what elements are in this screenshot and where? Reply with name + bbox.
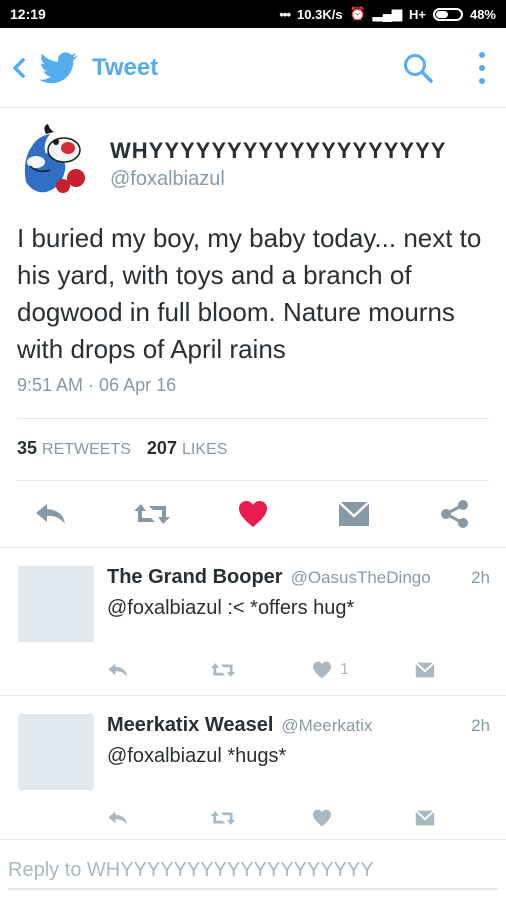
search-icon [404,54,433,83]
reply-timestamp: 2h [471,716,490,735]
like-button[interactable]: 1 [312,656,349,684]
reply-tweet[interactable]: Meerkatix Weasel @Meerkatix 2h @foxalbia… [0,696,506,840]
share-button[interactable] [435,496,475,532]
author-handle[interactable]: @foxalbiazul [110,168,225,191]
reply-author-handle[interactable]: @OasusTheDingo [291,568,431,588]
divider [17,418,489,419]
app-bar: Tweet [0,28,506,108]
like-button[interactable] [312,804,332,832]
like-count: 1 [340,661,349,678]
share-icon [441,500,468,528]
reply-icon [36,504,65,524]
retweet-button[interactable] [210,804,236,832]
network-type: H+ [408,6,426,22]
retweets-count: 35 [17,438,38,458]
tweet-actions [0,496,506,532]
search-button[interactable] [402,52,434,89]
reply-author-name[interactable]: The Grand Booper [107,566,283,589]
envelope-icon [415,662,435,678]
reply-header: Meerkatix Weasel @Meerkatix 2h [107,714,490,737]
status-indicators: ••• 10.3K/s ⏰ ▂▄▆ H+ 48% [279,6,496,22]
tweet-detail: WHYYYYYYYYYYYYYYYYYYY @foxalbiazul I bur… [0,108,506,548]
more-dot [479,52,485,58]
reply-button[interactable] [31,496,71,532]
reply-actions: 1 [0,656,506,684]
like-button[interactable] [233,496,273,532]
avatar[interactable] [18,714,94,790]
avatar[interactable] [18,566,94,642]
reply-icon [108,663,128,677]
reply-author-handle[interactable]: @Meerkatix [281,716,372,736]
twitter-bird-icon [39,52,78,89]
back-icon [13,58,25,78]
retweets-label: RETWEETS [42,441,131,458]
heart-icon [313,661,331,679]
reply-text: @foxalbiazul *hugs* [107,745,287,767]
reply-timestamp: 2h [471,568,490,587]
reply-button[interactable] [107,804,129,832]
tweet-timestamp: 9:51 AM · 06 Apr 16 [17,375,177,395]
notification-dots-icon: ••• [279,6,291,22]
envelope-icon [338,501,370,526]
battery-level: 48% [469,6,496,22]
divider [17,480,489,481]
reply-icon [108,811,128,825]
retweet-button[interactable] [210,656,236,684]
reply-composer [0,840,506,900]
likes-count: 207 [146,438,177,458]
envelope-icon [415,810,435,826]
reply-button[interactable] [107,656,129,684]
retweets-stat[interactable]: 35 RETWEETS [17,438,131,459]
tweet-stats: 35 RETWEETS 207 LIKES [17,438,227,459]
direct-message-button[interactable] [334,496,374,532]
heart-icon [239,501,267,527]
avatar[interactable] [16,122,92,198]
likes-label: LIKES [181,441,228,458]
direct-message-button[interactable] [415,656,435,684]
alarm-icon: ⏰ [349,6,366,21]
network-speed: 10.3K/s [297,6,343,22]
reply-actions [0,804,506,832]
author-name[interactable]: WHYYYYYYYYYYYYYYYYYYY [110,138,446,164]
reply-text: @foxalbiazul :< *offers hug* [107,597,355,619]
tweet-text: I buried my boy, my baby today... next t… [17,223,482,364]
retweet-button[interactable] [132,496,172,532]
status-bar: 12:19 ••• 10.3K/s ⏰ ▂▄▆ H+ 48% [0,0,506,28]
likes-stat[interactable]: 207 LIKES [147,438,227,459]
signal-icon: ▂▄▆ [372,6,402,21]
page-title: Tweet [92,54,159,81]
more-dot [479,65,485,71]
status-time: 12:19 [10,6,46,22]
back-button[interactable] [9,54,29,82]
reply-author-name[interactable]: Meerkatix Weasel [107,714,273,737]
reply-header: The Grand Booper @OasusTheDingo 2h [107,566,490,589]
direct-message-button[interactable] [415,804,435,832]
battery-icon [432,7,463,21]
retweet-icon [210,663,236,677]
more-dot [479,78,485,84]
reply-tweet[interactable]: The Grand Booper @OasusTheDingo 2h @foxa… [0,548,506,696]
more-options-button[interactable] [472,48,492,88]
retweet-icon [210,811,236,825]
reply-input[interactable] [8,852,498,890]
heart-icon [313,809,331,827]
retweet-icon [134,504,170,524]
